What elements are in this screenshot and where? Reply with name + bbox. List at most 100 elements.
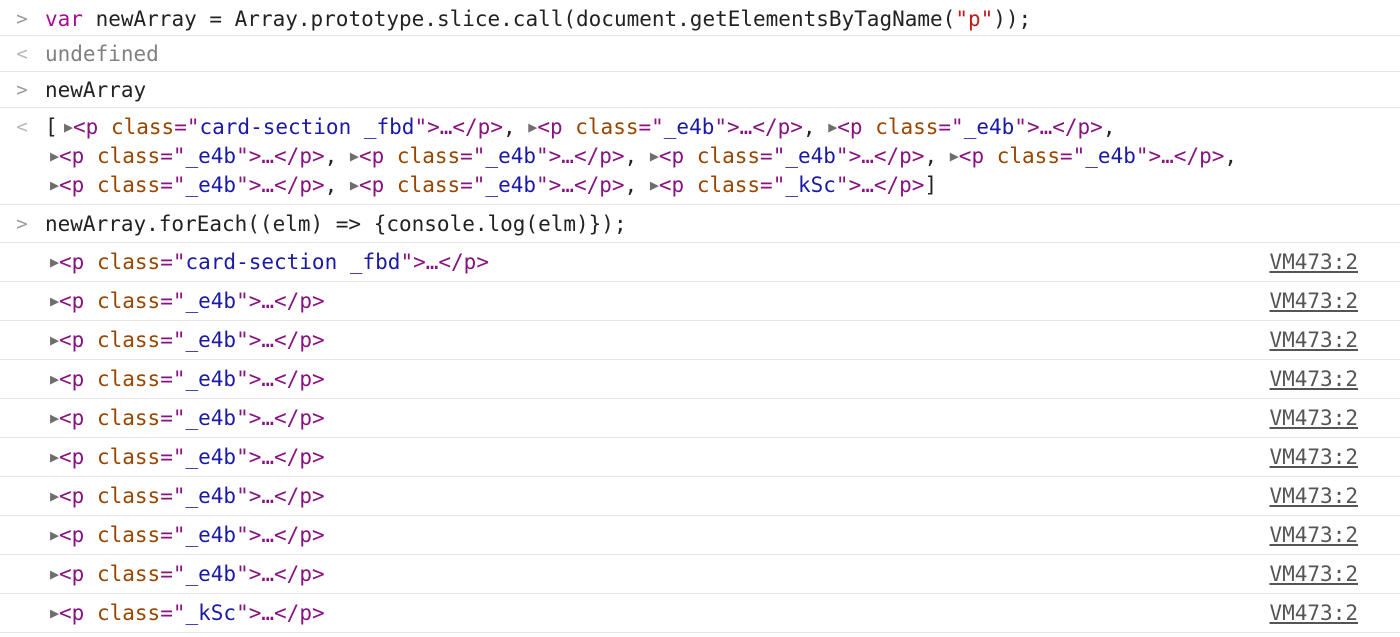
attr-close-quote: " (236, 289, 249, 313)
open-tag: <p (59, 367, 85, 391)
open-tag: <p (59, 406, 85, 430)
attr-close-quote: " (236, 484, 249, 508)
expand-triangle-icon[interactable]: ▶ (350, 147, 359, 165)
open-tag: <p (59, 562, 85, 586)
element-node[interactable]: ▶<p class="_e4b">…</p> (50, 173, 325, 197)
log-row: ▶<p class="_e4b">…</p> VM473:2 (0, 360, 1400, 399)
element-node[interactable]: ▶<p class="_e4b">…</p> (50, 367, 325, 391)
source-link[interactable]: VM473:2 (1269, 286, 1358, 316)
command-text[interactable]: newArray.forEach((elm) => {console.log(e… (45, 209, 627, 239)
open-tag: <p (59, 250, 85, 274)
element-node[interactable]: ▶<p class="_e4b">…</p> (828, 115, 1103, 139)
open-tag: <p (59, 523, 85, 547)
attr-close-quote: " (835, 173, 849, 197)
log-row: ▶<p class="_e4b">…</p> VM473:2 (0, 438, 1400, 477)
attr-name: class (96, 523, 161, 547)
return-arrow-icon: < (16, 116, 28, 138)
open-tag: <p (59, 445, 85, 469)
expand-triangle-icon[interactable]: ▶ (350, 176, 359, 194)
expand-triangle-icon[interactable]: ▶ (650, 147, 659, 165)
collapsed-content: >… (248, 406, 275, 430)
expand-triangle-icon[interactable]: ▶ (50, 253, 59, 271)
open-tag: <p (73, 115, 99, 139)
source-link[interactable]: VM473:2 (1269, 364, 1358, 394)
expand-triangle-icon[interactable]: ▶ (50, 370, 59, 388)
source-link[interactable]: VM473:2 (1269, 247, 1358, 277)
expand-triangle-icon[interactable]: ▶ (650, 176, 659, 194)
source-link[interactable]: VM473:2 (1269, 559, 1358, 589)
expand-triangle-icon[interactable]: ▶ (50, 448, 59, 466)
expand-triangle-icon[interactable]: ▶ (50, 526, 59, 544)
source-link[interactable]: VM473:2 (1269, 481, 1358, 511)
element-node[interactable]: ▶<p class="_e4b">…</p> (50, 289, 325, 313)
expand-triangle-icon[interactable]: ▶ (64, 118, 73, 136)
separator-comma: , (502, 115, 516, 139)
expand-triangle-icon[interactable]: ▶ (528, 118, 537, 136)
attr-equals: =" (160, 406, 186, 430)
log-row: ▶<p class="_e4b">…</p> VM473:2 (0, 321, 1400, 360)
expand-triangle-icon[interactable]: ▶ (828, 118, 837, 136)
separator-comma: , (1102, 115, 1116, 139)
expand-triangle-icon[interactable]: ▶ (50, 409, 59, 427)
source-link[interactable]: VM473:2 (1269, 403, 1358, 433)
element-node[interactable]: ▶<p class="_e4b">…</p> (50, 445, 325, 469)
collapsed-content: >… (848, 144, 874, 168)
command-text[interactable]: newArray (45, 75, 146, 105)
expand-triangle-icon[interactable]: ▶ (50, 331, 59, 349)
element-node[interactable]: ▶<p class="_kSc">…</p> (650, 173, 925, 197)
console-result-row: < undefined (0, 36, 1400, 72)
expand-triangle-icon[interactable]: ▶ (50, 176, 59, 194)
close-tag: </p> (573, 144, 625, 168)
element-node[interactable]: ▶<p class="_e4b">…</p> (50, 523, 325, 547)
element-node[interactable]: ▶<p class="_e4b">…</p> (50, 406, 325, 430)
source-link[interactable]: VM473:2 (1269, 325, 1358, 355)
element-node[interactable]: ▶<p class="card-section _fbd">…</p> (64, 115, 503, 139)
element-node[interactable]: ▶<p class="_e4b">…</p> (528, 115, 803, 139)
element-node[interactable]: ▶<p class="_e4b">…</p> (50, 328, 325, 352)
console-input-row[interactable]: > newArray (0, 72, 1400, 108)
attr-name: class (696, 144, 761, 168)
element-node[interactable]: ▶<p class="card-section _fbd">…</p> (50, 250, 489, 274)
expand-triangle-icon[interactable]: ▶ (50, 292, 59, 310)
array-open-bracket: [ (45, 115, 58, 139)
close-tag: </p> (573, 173, 625, 197)
element-node[interactable]: ▶<p class="_e4b">…</p> (50, 484, 325, 508)
expand-triangle-icon[interactable]: ▶ (50, 565, 59, 583)
console-input-row[interactable]: > newArray.forEach((elm) => {console.log… (0, 205, 1400, 243)
command-text[interactable]: var newArray = Array.prototype.slice.cal… (45, 4, 1031, 34)
attr-equals: =" (160, 144, 186, 168)
log-row: ▶<p class="_e4b">…</p> VM473:2 (0, 516, 1400, 555)
log-row: ▶<p class="_kSc">…</p> VM473:2 (0, 594, 1400, 633)
expand-triangle-icon[interactable]: ▶ (50, 604, 59, 622)
element-node[interactable]: ▶<p class="_kSc">…</p> (50, 601, 325, 625)
close-tag: </p> (1052, 115, 1103, 139)
source-link[interactable]: VM473:2 (1269, 442, 1358, 472)
attr-value: _e4b (185, 523, 237, 547)
element-node[interactable]: ▶<p class="_e4b">…</p> (50, 144, 325, 168)
source-link[interactable]: VM473:2 (1269, 520, 1358, 550)
element-node[interactable]: ▶<p class="_e4b">…</p> (950, 144, 1225, 168)
attr-value: _e4b (185, 562, 237, 586)
attr-equals: =" (160, 173, 186, 197)
log-message: ▶<p class="card-section _fbd">…</p> (50, 247, 489, 279)
expand-triangle-icon[interactable]: ▶ (50, 487, 59, 505)
attr-equals: =" (160, 445, 186, 469)
open-tag: <p (59, 144, 85, 168)
console-input-row[interactable]: > var newArray = Array.prototype.slice.c… (0, 0, 1400, 36)
attr-equals: =" (160, 601, 186, 625)
element-node[interactable]: ▶<p class="_e4b">…</p> (650, 144, 925, 168)
element-node[interactable]: ▶<p class="_e4b">…</p> (50, 562, 325, 586)
close-tag: </p> (274, 328, 325, 352)
attr-close-quote: " (236, 562, 249, 586)
expand-triangle-icon[interactable]: ▶ (950, 147, 959, 165)
element-node[interactable]: ▶<p class="_e4b">…</p> (350, 173, 625, 197)
element-node[interactable]: ▶<p class="_e4b">…</p> (350, 144, 625, 168)
attr-equals: =" (160, 250, 186, 274)
attr-equals: =" (160, 484, 186, 508)
expand-triangle-icon[interactable]: ▶ (50, 147, 59, 165)
attr-name: class (96, 562, 161, 586)
open-tag: <p (358, 144, 385, 168)
attr-value: card-section _fbd (199, 115, 415, 139)
source-link[interactable]: VM473:2 (1269, 598, 1358, 628)
array-line: ▶<p class="card-section _fbd">…</p>, ▶<p… (64, 112, 1115, 144)
